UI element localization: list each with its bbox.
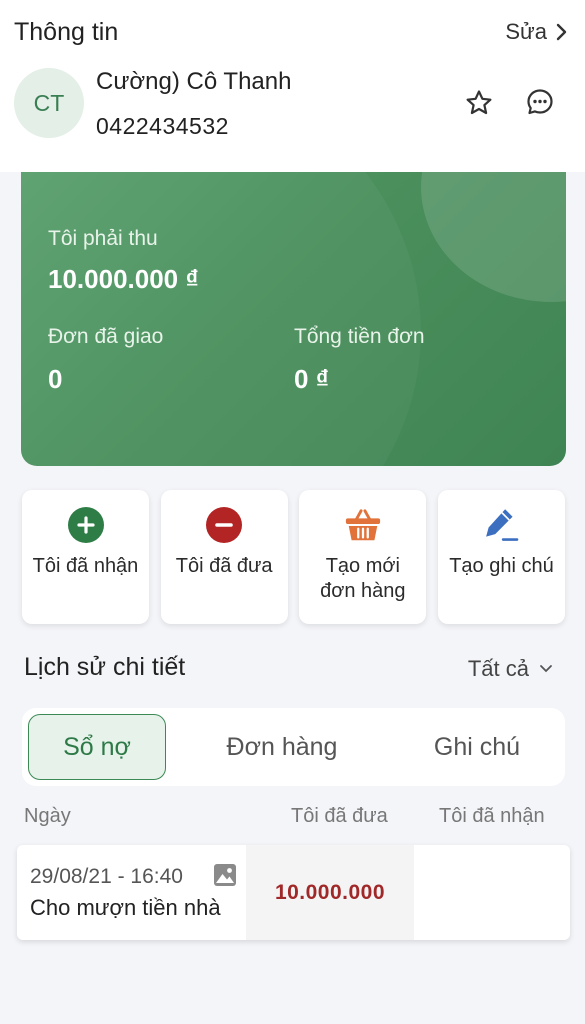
card-decoration — [421, 172, 566, 302]
history-tabs: Sổ nợ Đơn hàng Ghi chú — [22, 708, 565, 786]
contact-phone[interactable]: 0422434532 — [96, 113, 229, 140]
chat-icon[interactable] — [525, 87, 555, 117]
chevron-right-icon — [556, 23, 567, 41]
column-header-given: Tôi đã đưa — [291, 805, 388, 827]
received-button[interactable]: Tôi đã nhận — [22, 490, 149, 624]
row-note: Cho mượn tiền nhà — [30, 895, 221, 920]
new-note-label: Tạo ghi chú — [449, 555, 554, 577]
basket-icon — [344, 506, 382, 544]
minus-circle-icon — [205, 506, 243, 544]
row-date: 29/08/21 - 16:40 — [30, 865, 183, 888]
column-header-date: Ngày — [24, 805, 71, 827]
tab-notes[interactable]: Ghi chú — [402, 714, 552, 780]
receivable-label: Tôi phải thu — [48, 227, 158, 250]
plus-circle-icon — [67, 506, 105, 544]
edit-label: Sửa — [505, 19, 547, 44]
card-decoration — [21, 172, 421, 466]
star-icon[interactable] — [464, 88, 494, 118]
contact-header: Thông tin Sửa CT Cường) Cô Thanh 0422434… — [0, 0, 585, 172]
receivable-value: 10.000.000 ₫ — [48, 264, 199, 294]
contact-name: Cường) Cô Thanh — [96, 68, 292, 95]
order-total-value: 0 ₫ — [294, 364, 330, 394]
tab-orders[interactable]: Đơn hàng — [192, 714, 372, 780]
row-given-amount: 10.000.000 — [246, 845, 414, 940]
page-title: Thông tin — [14, 18, 119, 46]
table-row[interactable]: 29/08/21 - 16:40 Cho mượn tiền nhà 10.00… — [17, 845, 570, 940]
history-filter-dropdown[interactable]: Tất cả — [468, 656, 553, 682]
chevron-down-icon — [540, 665, 552, 673]
order-total-label: Tổng tiền đơn — [294, 325, 425, 348]
given-label: Tôi đã đưa — [175, 555, 273, 577]
history-title: Lịch sử chi tiết — [24, 653, 186, 681]
filter-label: Tất cả — [467, 656, 529, 681]
column-header-received: Tôi đã nhận — [439, 805, 545, 827]
debt-summary-card: Tôi phải thu 10.000.000 ₫ Đơn đã giao 0 … — [21, 172, 566, 466]
new-note-button[interactable]: Tạo ghi chú — [437, 490, 565, 624]
given-button[interactable]: Tôi đã đưa — [160, 490, 288, 624]
avatar: CT — [14, 68, 84, 138]
edit-button[interactable]: Sửa — [505, 19, 569, 45]
delivered-orders-value: 0 — [48, 364, 63, 394]
image-icon[interactable] — [213, 863, 237, 887]
new-order-label: Tạo mới đơn hàng — [320, 555, 406, 602]
new-order-button[interactable]: Tạo mới đơn hàng — [299, 490, 427, 624]
pencil-icon — [482, 506, 520, 544]
quick-actions: Tôi đã nhận Tôi đã đưa Tạo mới đơn hàng … — [22, 490, 565, 624]
received-label: Tôi đã nhận — [32, 555, 139, 577]
tab-debt-book[interactable]: Sổ nợ — [28, 714, 166, 780]
delivered-orders-label: Đơn đã giao — [48, 325, 164, 348]
